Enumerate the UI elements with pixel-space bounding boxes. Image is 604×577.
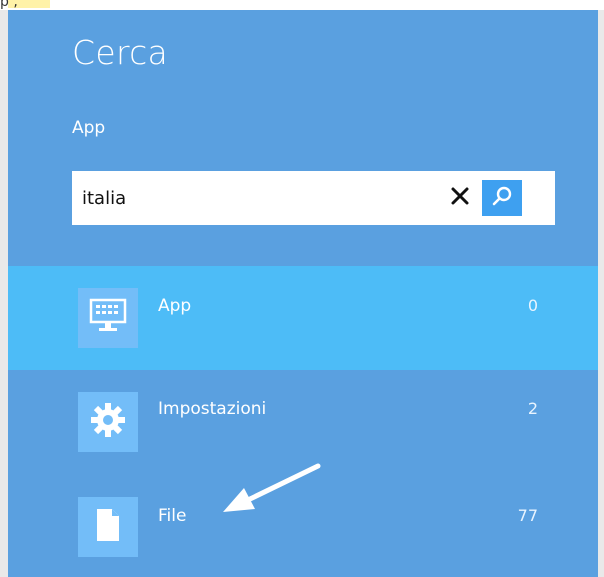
- annotation-arrow-icon: [223, 463, 321, 512]
